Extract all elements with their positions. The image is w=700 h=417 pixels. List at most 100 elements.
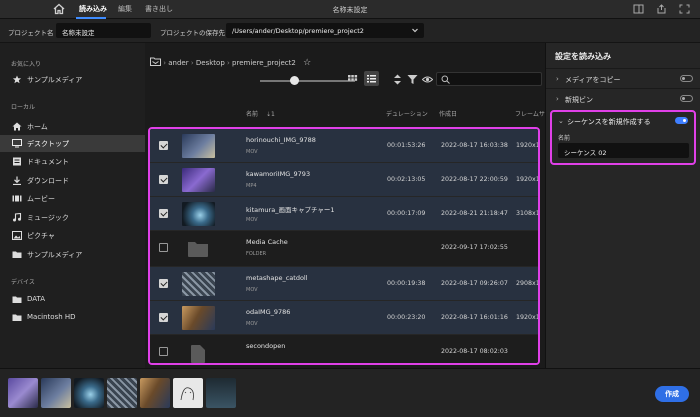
music-icon bbox=[13, 213, 22, 222]
row-checkbox[interactable] bbox=[159, 313, 168, 322]
file-duration: 00:00:19:38 bbox=[387, 280, 426, 287]
sequence-name-label: 名前 bbox=[558, 135, 571, 142]
selected-clip-thumbnail[interactable] bbox=[206, 378, 236, 408]
column-header-duration[interactable]: デュレーション bbox=[386, 109, 428, 118]
new-bin-label: 新規ビン bbox=[565, 96, 593, 104]
file-name: horinouchi_IMG_9788 bbox=[246, 136, 316, 144]
sidebar-item-label: ホーム bbox=[27, 123, 48, 131]
clip-thumbnail bbox=[182, 168, 215, 192]
file-type: FOLDER bbox=[246, 251, 267, 257]
table-row[interactable]: horinouchi_IMG_9788 MOV 00:01:53:26 2022… bbox=[150, 129, 538, 163]
chevron-down-icon[interactable]: ⌄ bbox=[558, 117, 564, 125]
project-location-select[interactable]: /Users/ander/Desktop/premiere_project2 bbox=[226, 23, 424, 38]
sidebar-item-label: サンプルメディア bbox=[27, 251, 83, 259]
new-bin-toggle[interactable] bbox=[680, 95, 693, 102]
sidebar-item-label: ムービー bbox=[27, 195, 55, 203]
table-row[interactable]: secondopen 2022-08-17 08:02:03 bbox=[150, 335, 538, 363]
sidebar-item-sample-media[interactable]: サンプルメディア bbox=[0, 246, 145, 263]
column-header-name[interactable]: 名前 ⇣1 bbox=[246, 109, 275, 118]
table-row[interactable]: odaIMG_9786 MOV 00:00:23:20 2022-08-17 1… bbox=[150, 301, 538, 335]
copy-media-toggle[interactable] bbox=[680, 75, 693, 82]
selected-clip-thumbnail[interactable] bbox=[41, 378, 71, 408]
eye-icon[interactable] bbox=[422, 74, 433, 85]
column-header-name-label: 名前 bbox=[246, 111, 259, 118]
row-checkbox[interactable] bbox=[159, 347, 168, 356]
sort-icon[interactable] bbox=[392, 74, 403, 85]
sidebar-item-data-drive[interactable]: DATA bbox=[0, 291, 145, 308]
table-row[interactable]: kawamoriIMG_9793 MP4 00:02:13:05 2022-08… bbox=[150, 163, 538, 197]
sidebar-item-documents[interactable]: ドキュメント bbox=[0, 153, 145, 170]
table-row[interactable]: metashape_catdoll MOV 00:00:19:38 2022-0… bbox=[150, 267, 538, 301]
file-duration: 00:00:23:20 bbox=[387, 314, 426, 321]
row-checkbox[interactable] bbox=[159, 141, 168, 150]
filter-icon[interactable] bbox=[407, 74, 418, 85]
row-checkbox[interactable] bbox=[159, 209, 168, 218]
column-header-framesize[interactable]: フレームサ bbox=[515, 109, 545, 118]
column-header-created[interactable]: 作成日 bbox=[439, 109, 457, 118]
folder-open-icon[interactable] bbox=[150, 57, 161, 66]
sidebar-item-pictures[interactable]: ピクチャ bbox=[0, 227, 145, 244]
breadcrumb-item-desktop[interactable]: Desktop bbox=[196, 59, 225, 67]
picture-icon bbox=[12, 231, 22, 240]
panel-layout-icon[interactable] bbox=[633, 4, 644, 14]
selected-clip-thumbnail[interactable] bbox=[8, 378, 38, 408]
file-framesize: 1920x10 bbox=[516, 142, 540, 149]
breadcrumb-item-project[interactable]: premiere_project2 bbox=[232, 59, 296, 67]
sidebar-item-macintosh-hd[interactable]: Macintosh HD bbox=[0, 309, 145, 326]
selected-clip-thumbnail[interactable] bbox=[107, 378, 137, 408]
star-outline-icon[interactable]: ☆ bbox=[303, 58, 311, 68]
breadcrumb-item-ander[interactable]: ander bbox=[168, 59, 188, 67]
file-name: kitamura_画面キャプチャー1 bbox=[246, 206, 335, 214]
new-sequence-section: ⌄ シーケンスを新規作成する 名前 シーケンス 02 bbox=[550, 110, 696, 165]
list-view-button[interactable] bbox=[364, 71, 379, 86]
project-name-input[interactable]: 名称未設定 bbox=[56, 23, 151, 38]
sidebar-item-desktop[interactable]: デスクトップ bbox=[0, 135, 145, 152]
file-created: 2022-09-17 17:02:55 bbox=[441, 244, 508, 251]
sidebar-item-movies[interactable]: ムービー bbox=[0, 190, 145, 207]
table-row[interactable]: Media Cache FOLDER 2022-09-17 17:02:55 bbox=[150, 231, 538, 267]
sidebar-item-sample-media-favorite[interactable]: サンプルメディア bbox=[0, 71, 145, 88]
sidebar-item-downloads[interactable]: ダウンロード bbox=[0, 172, 145, 189]
file-duration: 00:01:53:26 bbox=[387, 142, 426, 149]
copy-media-row[interactable]: › メディアをコピー bbox=[546, 68, 700, 88]
thumbnail-size-slider-handle[interactable] bbox=[290, 76, 299, 85]
table-row[interactable]: kitamura_画面キャプチャー1 MOV 00:00:17:09 2022-… bbox=[150, 197, 538, 231]
row-checkbox[interactable] bbox=[159, 279, 168, 288]
media-browser: › ander › Desktop › premiere_project2 ☆ … bbox=[145, 43, 545, 368]
star-icon bbox=[12, 75, 22, 84]
create-button[interactable]: 作成 bbox=[655, 386, 689, 402]
favorites-heading: お気に入り bbox=[11, 61, 42, 68]
selected-clip-thumbnail[interactable] bbox=[173, 378, 203, 408]
file-name: Media Cache bbox=[246, 238, 288, 246]
sequence-name-input[interactable]: シーケンス 02 bbox=[558, 143, 689, 158]
sidebar-item-home[interactable]: ホーム bbox=[0, 118, 145, 135]
clip-thumbnail bbox=[182, 202, 215, 226]
new-sequence-toggle[interactable] bbox=[675, 117, 688, 124]
file-created: 2022-08-17 16:01:16 bbox=[441, 314, 508, 321]
grid-view-icon[interactable] bbox=[347, 74, 358, 85]
thumbnail-size-slider[interactable] bbox=[260, 80, 355, 82]
download-icon bbox=[13, 176, 21, 185]
movie-icon bbox=[12, 195, 22, 202]
file-framesize: 1920x10 bbox=[516, 176, 540, 183]
selected-clip-thumbnail[interactable] bbox=[140, 378, 170, 408]
file-type: MOV bbox=[246, 149, 258, 155]
location-sidebar: お気に入り サンプルメディア ローカル ホーム デスクトップ ドキュメント ダウ… bbox=[0, 43, 145, 368]
file-created: 2022-08-17 09:26:07 bbox=[441, 280, 508, 287]
copy-media-label: メディアをコピー bbox=[565, 76, 621, 84]
sketch-image bbox=[180, 387, 194, 401]
file-created: 2022-08-17 16:03:38 bbox=[441, 142, 508, 149]
sidebar-item-label: サンプルメディア bbox=[27, 76, 83, 84]
row-checkbox[interactable] bbox=[159, 243, 168, 252]
row-checkbox[interactable] bbox=[159, 175, 168, 184]
fullscreen-icon[interactable] bbox=[679, 4, 690, 14]
sidebar-item-music[interactable]: ミュージック bbox=[0, 209, 145, 226]
sidebar-item-label: ドキュメント bbox=[27, 158, 69, 166]
file-created: 2022-08-17 22:00:59 bbox=[441, 176, 508, 183]
new-bin-row[interactable]: › 新規ビン bbox=[546, 88, 700, 108]
search-input[interactable] bbox=[436, 72, 542, 86]
share-icon[interactable] bbox=[656, 4, 667, 14]
chevron-down-icon bbox=[412, 28, 418, 33]
document-title: 名称未設定 bbox=[332, 6, 368, 14]
selected-clip-thumbnail[interactable] bbox=[74, 378, 104, 408]
